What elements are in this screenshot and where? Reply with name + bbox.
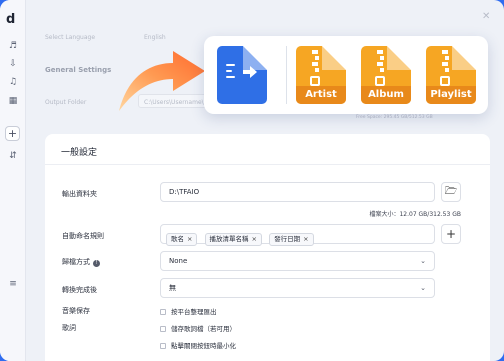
page-title: 一般設定 <box>61 148 98 158</box>
checkbox-icon[interactable] <box>160 343 166 349</box>
checkbox-icon[interactable] <box>160 309 166 315</box>
title-divider <box>45 164 490 165</box>
grid-icon[interactable]: ▦ <box>7 95 19 107</box>
add-rule-button[interactable]: + <box>441 224 461 244</box>
chevron-down-icon: ⌄ <box>420 284 426 292</box>
close-icon[interactable]: ✕ <box>482 12 492 22</box>
output-folder-label: 輸出資料夾 <box>62 190 97 198</box>
artist-folder-icon: Artist <box>296 46 346 104</box>
auto-rename-label: 自動命名規則 <box>62 232 104 240</box>
app-logo: d <box>6 12 16 27</box>
general-settings-panel: 一般設定 輸出資料夾 D:\TFAIO 🗁 檔案大小：12.07 GB/312.… <box>45 134 490 361</box>
rename-rule-field[interactable]: 歌名 × 播放清單名稱 × 發行日期 × <box>160 224 435 246</box>
playlist-folder-icon: Playlist <box>426 46 476 104</box>
promo-divider <box>286 46 287 104</box>
save-by-platform-checkbox[interactable]: 按平台整理匯出 <box>160 306 217 316</box>
general-settings-heading: General Settings <box>45 66 112 74</box>
format-promo-card: Artist Album Playlist <box>204 36 488 114</box>
disk-space-text: 檔案大小：12.07 GB/312.53 GB <box>369 211 461 218</box>
after-convert-value: 無 <box>169 284 176 292</box>
disk-hint-bg: Free Space: 295.45 GB/512.53 GB <box>356 115 433 120</box>
headphones-icon[interactable]: ♬ <box>7 40 19 52</box>
remove-chip-icon[interactable]: × <box>187 235 192 243</box>
rename-chip[interactable]: 歌名 × <box>166 233 198 246</box>
remove-chip-icon[interactable]: × <box>252 235 257 243</box>
queue-icon[interactable]: ≡ <box>7 278 19 290</box>
rename-chip[interactable]: 播放清單名稱 × <box>204 233 262 246</box>
output-folder-value: D:\TFAIO <box>169 188 200 196</box>
download-icon[interactable]: ⇩ <box>7 58 19 70</box>
chevron-down-icon: ⌄ <box>420 257 426 265</box>
artist-tag: Artist <box>296 86 346 104</box>
browse-folder-button[interactable]: 🗁 <box>441 182 461 202</box>
add-icon[interactable]: + <box>5 126 20 141</box>
sort-select[interactable]: None ⌄ <box>160 251 435 271</box>
export-document-icon <box>217 46 267 104</box>
rename-chip[interactable]: 發行日期 × <box>269 233 314 246</box>
playlist-tag: Playlist <box>426 86 476 104</box>
save-lyrics-checkbox[interactable]: 儲存歌詞檔（若可用） <box>160 323 236 333</box>
output-folder-field[interactable]: D:\TFAIO <box>160 182 435 202</box>
select-language-label: Select Language <box>45 34 96 41</box>
album-folder-icon: Album <box>361 46 411 104</box>
after-convert-label: 轉換完成後 <box>62 286 97 294</box>
remove-chip-icon[interactable]: × <box>303 235 308 243</box>
audio-save-label: 音樂保存 <box>62 307 90 315</box>
sort-icon[interactable]: ⇵ <box>7 150 19 162</box>
sidebar-rail: d ♬ ⇩ ♫ ▦ + ⇵ ≡ <box>0 0 26 361</box>
plus-icon: + <box>445 227 457 241</box>
folder-icon: 🗁 <box>444 186 458 197</box>
select-language-value[interactable]: English <box>144 34 166 41</box>
minimize-on-close-checkbox[interactable]: 點擊關閉按鈕時最小化 <box>160 340 236 350</box>
music-file-icon[interactable]: ♫ <box>7 76 19 88</box>
lyrics-label: 歌詞 <box>62 324 76 332</box>
sort-label: 歸檔方式! <box>62 257 100 267</box>
sort-select-value: None <box>169 257 188 265</box>
output-folder-label-bg: Output Folder <box>45 99 87 106</box>
app-window: d ♬ ⇩ ♫ ▦ + ⇵ ≡ ✕ Select Language Englis… <box>0 0 504 361</box>
after-convert-select[interactable]: 無 ⌄ <box>160 278 435 298</box>
promo-arrow-icon <box>119 51 205 111</box>
checkbox-icon[interactable] <box>160 326 166 332</box>
info-icon[interactable]: ! <box>93 260 100 267</box>
album-tag: Album <box>361 86 411 104</box>
